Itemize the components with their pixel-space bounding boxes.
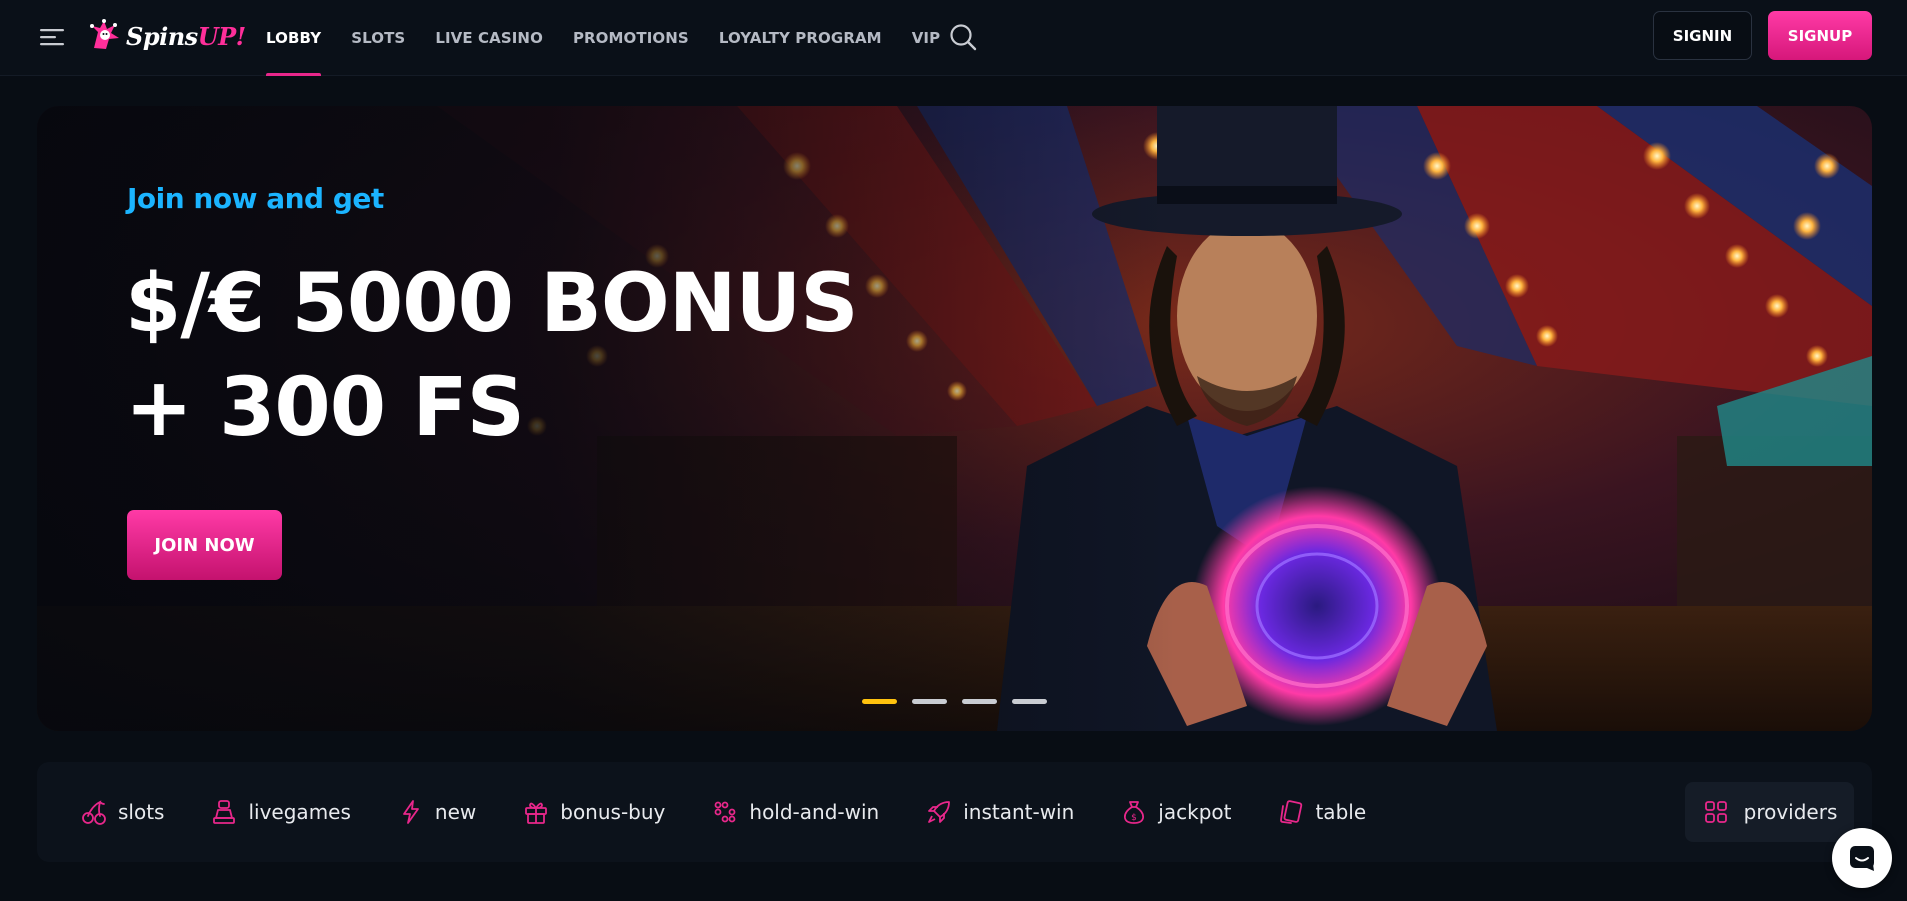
lightning-icon xyxy=(403,800,419,824)
slider-dot-1[interactable] xyxy=(862,699,897,704)
cards-icon xyxy=(1280,800,1303,824)
signup-button[interactable]: SIGNUP xyxy=(1768,11,1872,60)
providers-button[interactable]: providers xyxy=(1685,782,1854,842)
main-nav: LOBBY SLOTS LIVE CASINO PROMOTIONS LOYAL… xyxy=(266,0,970,76)
hero-title-line-1: $/€ 5000 BONUS xyxy=(125,257,859,351)
logo-wordmark: SpinsUP! xyxy=(126,22,246,51)
category-instant-win[interactable]: instant-win xyxy=(925,798,1074,826)
category-label: livegames xyxy=(248,800,351,824)
category-jackpot[interactable]: $ jackpot xyxy=(1120,798,1231,826)
dealer-icon xyxy=(213,800,236,824)
nav-lobby[interactable]: LOBBY xyxy=(266,0,322,76)
logo-word-pink: UP! xyxy=(197,21,247,51)
site-logo[interactable]: SpinsUP! xyxy=(88,16,246,56)
svg-text:$: $ xyxy=(1131,813,1137,823)
hero-title-line-2: + 300 FS xyxy=(125,361,525,455)
grid-dots-icon xyxy=(714,801,736,823)
category-table[interactable]: table xyxy=(1277,798,1366,826)
slider-pagination xyxy=(862,699,1062,704)
hero-subtitle: Join now and get xyxy=(127,182,384,215)
category-hold-and-win[interactable]: hold-and-win xyxy=(711,798,879,826)
cherry-icon xyxy=(82,800,106,825)
hamburger-menu-icon[interactable] xyxy=(38,24,68,50)
hero-banner: Join now and get $/€ 5000 BONUS + 300 FS… xyxy=(37,106,1872,731)
nav-live-casino[interactable]: LIVE CASINO xyxy=(435,0,543,76)
slider-dot-2[interactable] xyxy=(912,699,947,704)
chat-icon[interactable] xyxy=(1832,828,1892,888)
category-label: hold-and-win xyxy=(749,800,880,824)
category-label: instant-win xyxy=(963,800,1075,824)
grid-icon xyxy=(1704,801,1727,823)
jester-logo-icon xyxy=(90,19,119,49)
signin-button[interactable]: SIGNIN xyxy=(1653,11,1752,60)
logo-word-white: Spins xyxy=(126,21,198,51)
search-icon[interactable] xyxy=(948,22,978,52)
category-list: slots livegames new bonus-buy hold-and-w… xyxy=(80,762,1412,862)
join-now-button[interactable]: JOIN NOW xyxy=(127,510,282,580)
category-label: slots xyxy=(118,800,165,824)
slider-dot-4[interactable] xyxy=(1012,699,1047,704)
providers-label: providers xyxy=(1743,800,1838,824)
money-bag-icon: $ xyxy=(1124,801,1145,824)
top-header: SpinsUP! LOBBY SLOTS LIVE CASINO PROMOTI… xyxy=(0,0,1907,76)
slider-dot-3[interactable] xyxy=(962,699,997,704)
game-category-bar: slots livegames new bonus-buy hold-and-w… xyxy=(37,762,1872,862)
rocket-icon xyxy=(928,801,951,823)
category-new[interactable]: new xyxy=(397,798,476,826)
gift-icon xyxy=(525,802,548,824)
category-label: new xyxy=(434,800,477,824)
category-label: table xyxy=(1315,800,1367,824)
nav-vip[interactable]: VIP xyxy=(912,0,940,76)
nav-loyalty-program[interactable]: LOYALTY PROGRAM xyxy=(719,0,882,76)
category-bonus-buy[interactable]: bonus-buy xyxy=(522,798,665,826)
category-label: bonus-buy xyxy=(560,800,666,824)
category-livegames[interactable]: livegames xyxy=(210,798,351,826)
nav-slots[interactable]: SLOTS xyxy=(351,0,405,76)
category-slots[interactable]: slots xyxy=(80,798,164,826)
nav-promotions[interactable]: PROMOTIONS xyxy=(573,0,689,76)
hero-title: $/€ 5000 BONUS + 300 FS xyxy=(125,252,859,460)
category-label: jackpot xyxy=(1158,800,1232,824)
